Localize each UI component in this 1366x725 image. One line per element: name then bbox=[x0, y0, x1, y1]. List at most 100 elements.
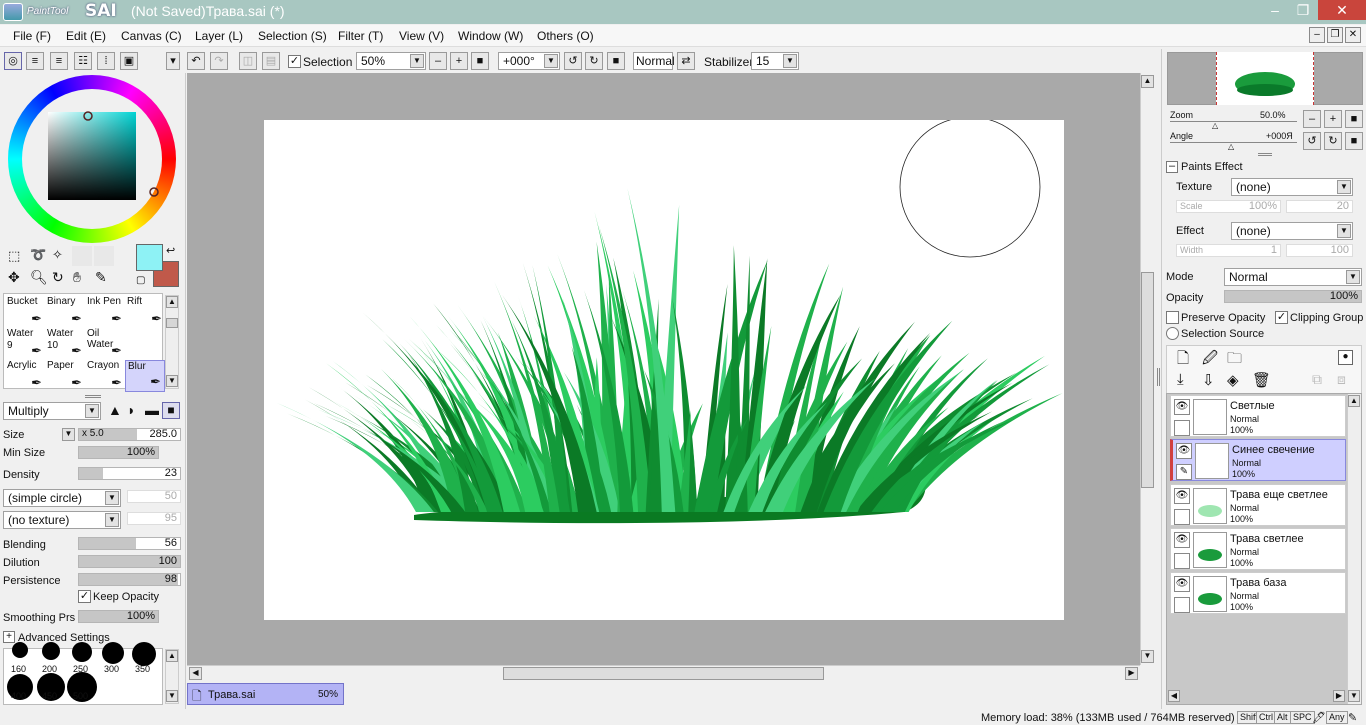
nav-rotate-right-icon[interactable]: ↻ bbox=[1324, 132, 1342, 150]
layer-row[interactable]: 👁 ✎ Синее свечение Normal 100% bbox=[1170, 439, 1346, 481]
menu-filter[interactable]: Filter (T) bbox=[338, 29, 383, 43]
brush-size-preset[interactable]: 400 bbox=[5, 674, 35, 703]
hsv-slider-tab-icon[interactable]: ≡ bbox=[50, 52, 68, 70]
brush-size-preset[interactable]: 300 bbox=[98, 642, 128, 676]
color-wheel-tab-icon[interactable]: ◎ bbox=[4, 52, 22, 70]
brush-shape-soft-icon[interactable]: ◗ bbox=[127, 403, 135, 417]
brush-slot[interactable]: Water ✒ 9 bbox=[5, 328, 45, 360]
zoom-tool-icon[interactable]: 🔍︎ bbox=[30, 269, 48, 286]
menu-edit[interactable]: Edit (E) bbox=[66, 29, 106, 43]
brush-slot[interactable]: Oil Water ✒ bbox=[85, 328, 125, 360]
pe-texture-combo[interactable]: (none) ▼ bbox=[1231, 178, 1353, 196]
menu-layer[interactable]: Layer (L) bbox=[195, 29, 243, 43]
zoom-combo[interactable]: 50% ▼ bbox=[356, 52, 426, 70]
undo-icon[interactable]: ↶ bbox=[187, 52, 205, 70]
nav-zoom-reset-icon[interactable]: ■ bbox=[1345, 110, 1363, 128]
persistence-slider[interactable]: 98 bbox=[78, 573, 181, 586]
nav-zoom-slider[interactable] bbox=[1170, 121, 1297, 122]
brush-shape-combo[interactable]: (simple circle) ▼ bbox=[3, 489, 121, 507]
navigator-viewport[interactable] bbox=[1216, 52, 1314, 105]
scroll-right-icon[interactable]: ▶ bbox=[1333, 690, 1345, 702]
layer-row[interactable]: 👁 Светлые Normal 100% bbox=[1170, 395, 1346, 437]
rotate-right-icon[interactable]: ↻ bbox=[585, 52, 603, 70]
size-mult-dropdown-icon[interactable]: ▼ bbox=[62, 428, 75, 441]
mdi-minimize-icon[interactable]: – bbox=[1309, 27, 1325, 43]
deselect-icon[interactable]: ◫ bbox=[239, 52, 257, 70]
scroll-down-icon[interactable]: ▼ bbox=[166, 375, 178, 387]
rotate-tool-icon[interactable]: ↻ bbox=[52, 269, 64, 286]
pe-scale-strength[interactable]: 20 bbox=[1286, 200, 1353, 213]
delete-mask-icon[interactable]: ⧈ bbox=[1337, 371, 1346, 388]
scroll-up-icon[interactable]: ▲ bbox=[1141, 75, 1154, 88]
nav-rotate-reset-icon[interactable]: ■ bbox=[1345, 132, 1363, 150]
scroll-left-icon[interactable]: ◀ bbox=[189, 667, 202, 680]
collapse-minus-icon[interactable]: – bbox=[1166, 161, 1178, 173]
eye-icon[interactable]: 👁 bbox=[1176, 443, 1192, 459]
scroll-left-icon[interactable]: ◀ bbox=[1168, 690, 1180, 702]
brush-slot[interactable]: Binary ✒ bbox=[45, 296, 85, 328]
apply-mask-icon[interactable]: ⧉ bbox=[1312, 371, 1322, 388]
shape-strength[interactable]: 50 bbox=[127, 490, 181, 503]
selection-checkbox[interactable]: ✓ bbox=[288, 55, 301, 68]
redo-icon[interactable]: ↷ bbox=[210, 52, 228, 70]
layer-mask-icon[interactable]: ● bbox=[1338, 350, 1353, 365]
move-icon[interactable]: ✥ bbox=[8, 269, 20, 286]
layer-row[interactable]: 👁 Трава еще светлее Normal 100% bbox=[1170, 484, 1346, 526]
preserve-opacity-checkbox[interactable] bbox=[1166, 311, 1179, 324]
layer-lock-icon[interactable] bbox=[1174, 597, 1190, 613]
eye-icon[interactable]: 👁 bbox=[1174, 532, 1190, 548]
swatches-tab-icon[interactable]: ☷ bbox=[74, 52, 92, 70]
primary-color-swatch[interactable] bbox=[136, 244, 163, 271]
layer-lock-icon[interactable] bbox=[1174, 509, 1190, 525]
pe-width-slider[interactable]: Width 1 bbox=[1176, 244, 1281, 257]
dilution-slider[interactable]: 100 bbox=[78, 555, 181, 568]
eyedropper-icon[interactable]: ✎ bbox=[95, 269, 107, 286]
layer-row[interactable]: 👁 Трава светлее Normal 100% bbox=[1170, 528, 1346, 570]
zoom-reset-icon[interactable]: ■ bbox=[471, 52, 489, 70]
canvas-paper[interactable] bbox=[264, 116, 1064, 620]
layer-mode-combo[interactable]: Normal ▼ bbox=[1224, 268, 1362, 286]
splitter-handle[interactable] bbox=[1157, 368, 1160, 386]
layer-lock-icon[interactable] bbox=[1174, 420, 1190, 436]
pe-scale-slider[interactable]: Scale 100% bbox=[1176, 200, 1281, 213]
brush-shape-flat-icon[interactable]: ▬ bbox=[145, 403, 159, 417]
texture-strength[interactable]: 95 bbox=[127, 512, 181, 525]
delete-layer-icon[interactable]: 🗑 bbox=[1252, 371, 1271, 389]
brush-blend-combo[interactable]: Multiply ▼ bbox=[3, 402, 101, 420]
lasso-icon[interactable]: ➰ bbox=[30, 247, 46, 263]
horizontal-scroll-thumb[interactable] bbox=[503, 667, 824, 680]
document-tab[interactable]: 🗋 Трава.sai 50% bbox=[187, 683, 344, 705]
scroll-thumb[interactable] bbox=[166, 318, 178, 328]
rotate-left-icon[interactable]: ↺ bbox=[564, 52, 582, 70]
brush-shape-sharp-icon[interactable]: ▲ bbox=[108, 403, 122, 417]
size-slider[interactable]: x 5.0 285.0 bbox=[78, 428, 181, 441]
density-slider[interactable]: 23 bbox=[78, 467, 181, 480]
mdi-restore-icon[interactable]: ❐ bbox=[1327, 27, 1343, 43]
palette-tab-icon[interactable]: ▣ bbox=[120, 52, 138, 70]
brush-slot[interactable]: Paper ✒ bbox=[45, 360, 85, 392]
view-mode-combo[interactable]: Normal bbox=[633, 52, 675, 70]
menu-view[interactable]: View (V) bbox=[399, 29, 444, 43]
scroll-up-icon[interactable]: ▲ bbox=[1348, 395, 1360, 407]
menu-others[interactable]: Others (O) bbox=[537, 29, 594, 43]
brush-slot[interactable] bbox=[125, 328, 165, 360]
rect-select-icon[interactable]: ⬚ bbox=[8, 248, 20, 264]
minimize-button[interactable]: – bbox=[1261, 0, 1289, 20]
nav-zoom-out-icon[interactable]: – bbox=[1303, 110, 1321, 128]
smoothing-slider[interactable]: 100% bbox=[78, 610, 159, 623]
brush-size-preset[interactable]: 500 bbox=[67, 672, 97, 703]
slider-marker-icon[interactable]: △ bbox=[1212, 121, 1218, 130]
nav-zoom-in-icon[interactable]: + bbox=[1324, 110, 1342, 128]
min-size-slider[interactable]: 100% bbox=[78, 446, 159, 459]
menu-selection[interactable]: Selection (S) bbox=[258, 29, 327, 43]
rgb-slider-tab-icon[interactable]: ≡ bbox=[26, 52, 44, 70]
tool-slot-empty[interactable] bbox=[94, 246, 114, 266]
brush-texture-combo[interactable]: (no texture) ▼ bbox=[3, 511, 121, 529]
brush-size-preset[interactable]: 350 bbox=[129, 642, 159, 676]
blending-slider[interactable]: 56 bbox=[78, 537, 181, 550]
color-wheel[interactable] bbox=[8, 75, 176, 243]
paints-effect-header[interactable]: Paints Effect bbox=[1181, 161, 1243, 173]
scroll-up-icon[interactable]: ▲ bbox=[166, 650, 178, 662]
brush-size-preset[interactable]: 450 bbox=[36, 673, 66, 703]
brush-slot[interactable]: Rift ✒ bbox=[125, 296, 165, 328]
